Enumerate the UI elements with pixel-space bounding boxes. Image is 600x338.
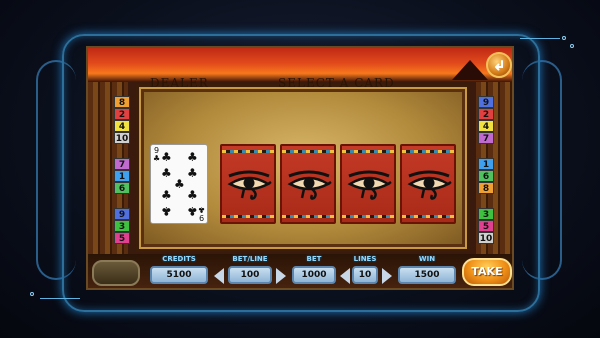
payline-number: 1 [478,158,494,170]
menu-button[interactable] [92,260,140,286]
lines-increase-arrow-icon[interactable] [382,268,392,284]
payline-number: 6 [478,170,494,182]
eye-of-horus-icon [347,170,392,200]
betline-display: 100 [228,266,272,284]
face-down-card-2[interactable] [280,144,336,224]
payline-number: 2 [114,108,130,120]
payline-gap [478,144,494,158]
eye-of-horus-icon [407,170,452,200]
card-suit: ♣ [153,154,161,163]
card-border-stripe [342,215,394,218]
payline-number: 9 [478,96,494,108]
bet-label: BET [306,255,322,263]
card-border-stripe [342,150,394,153]
select-card-prompt: SELECT A CARD [278,76,395,90]
payline-gap [114,144,130,158]
frame-decoration-dot [562,36,566,40]
control-bar: CREDITS 5100 BET/LINE 100 BET 1000 LINES… [88,254,512,288]
club-pip: ♣ [161,204,172,218]
exit-button[interactable] [486,52,512,78]
frame-decoration [520,38,560,39]
card-corner-bottom: 9 ♣ [197,205,205,222]
payline-number: 7 [114,158,130,170]
lines-display: 10 [352,266,378,284]
club-pip: ♣ [187,188,198,202]
bet-decrease-arrow-icon[interactable] [214,268,224,284]
credits-display: 5100 [150,266,208,284]
payline-number: 6 [114,182,130,194]
credits-label: CREDITS [162,255,196,263]
frame-decoration-dot [30,292,34,296]
card-border-stripe [222,150,274,153]
club-pip: ♣ [174,177,185,191]
payline-number: 8 [114,96,130,108]
card-suit: ♣ [197,205,205,214]
club-pip: ♣ [187,150,198,164]
card-border-stripe [282,150,334,153]
betline-label: BET/LINE [232,255,268,263]
eye-of-horus-icon [227,170,272,200]
club-pip: ♣ [187,166,198,180]
bet-increase-arrow-icon[interactable] [276,268,286,284]
game-window: 8 2 4 10 7 1 6 9 3 5 9 2 4 7 1 6 8 3 5 10 DEALER SELECT A … [86,46,514,290]
payline-number: 1 [114,170,130,182]
lines-decrease-arrow-icon[interactable] [340,268,350,284]
payline-number: 3 [114,220,130,232]
take-button[interactable]: TAKE [462,258,512,286]
win-display: 1500 [398,266,456,284]
payline-number: 8 [478,182,494,194]
club-pip: ♣ [161,150,172,164]
payline-number: 4 [478,120,494,132]
face-down-card-3[interactable] [340,144,396,224]
frame-decoration-dot [570,44,574,48]
pyramid-silhouette [452,60,488,80]
dealer-label: DEALER [150,76,209,90]
dealer-card: 9 ♣ 9 ♣ ♣ ♣ ♣ ♣ ♣ ♣ ♣ ♣ ♣ [150,144,208,224]
club-pip: ♣ [187,204,198,218]
payline-number: 10 [478,232,494,244]
payline-number: 7 [478,132,494,144]
card-border-stripe [222,215,274,218]
payline-indicators-right: 9 2 4 7 1 6 8 3 5 10 [478,96,494,244]
club-pip: ♣ [161,188,172,202]
bet-display: 1000 [292,266,336,284]
eye-of-horus-icon [287,170,332,200]
payline-gap [114,194,130,208]
card-border-stripe [282,215,334,218]
payline-number: 9 [114,208,130,220]
payline-number: 5 [114,232,130,244]
exit-arrow-icon [495,60,503,71]
card-rank: 9 [198,213,204,222]
payline-number: 2 [478,108,494,120]
lines-label: LINES [353,255,377,263]
payline-indicators-left: 8 2 4 10 7 1 6 9 3 5 [114,96,130,244]
frame-decoration [40,298,80,299]
payline-gap [478,194,494,208]
card-border-stripe [402,150,454,153]
face-down-card-1[interactable] [220,144,276,224]
win-label: WIN [418,255,436,263]
payline-number: 5 [478,220,494,232]
card-border-stripe [402,215,454,218]
payline-number: 4 [114,120,130,132]
face-down-card-4[interactable] [400,144,456,224]
payline-number: 10 [114,132,130,144]
payline-number: 3 [478,208,494,220]
card-corner-top: 9 ♣ [153,147,160,163]
club-pip: ♣ [161,166,172,180]
